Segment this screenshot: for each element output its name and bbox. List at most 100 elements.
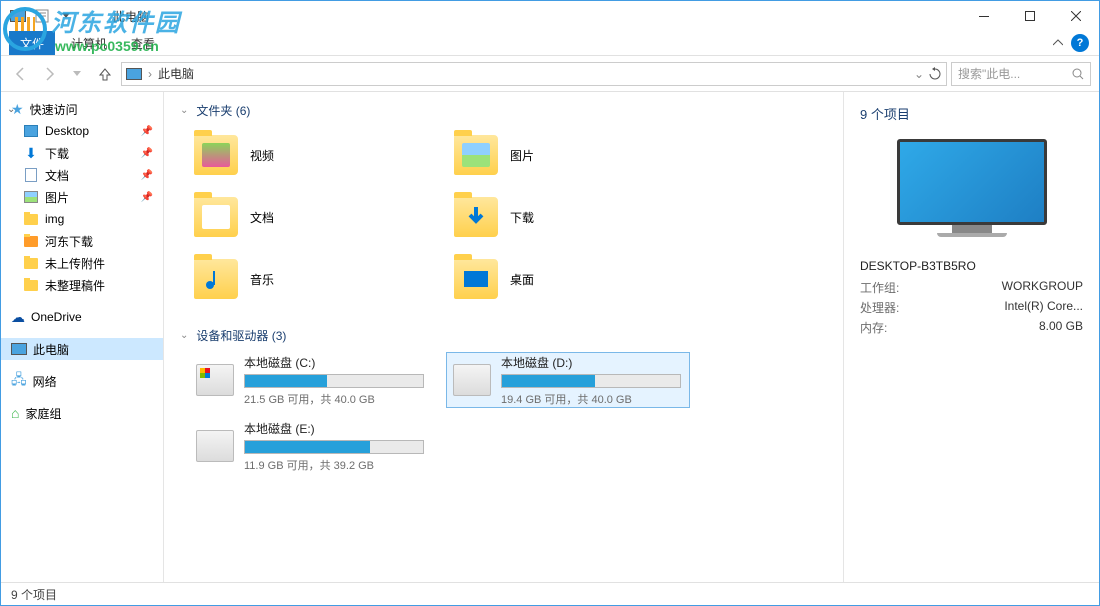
sidebar-item-label: 图片 [45, 189, 69, 206]
folder-icon [454, 197, 498, 237]
sidebar-label: 快速访问 [30, 101, 78, 118]
folder-item-music[interactable]: 音乐 [190, 251, 430, 307]
sidebar-item-icon [23, 123, 39, 139]
folders-section-header[interactable]: ⌄ 文件夹 (6) [180, 102, 827, 119]
pin-icon: 📌 [141, 192, 153, 203]
recent-dropdown[interactable] [65, 62, 89, 86]
sidebar-item-4[interactable]: img [1, 208, 163, 230]
sidebar-item-icon [23, 255, 39, 271]
chevron-down-icon: ⌄ [180, 105, 188, 116]
folder-label: 文档 [250, 209, 274, 226]
sidebar-item-1[interactable]: ⬇ 下载 📌 [1, 142, 163, 164]
file-tab[interactable]: 文件 [9, 31, 55, 55]
drives-section-header[interactable]: ⌄ 设备和驱动器 (3) [180, 327, 827, 344]
drive-icon [196, 364, 234, 396]
sidebar-item-label: 河东下载 [45, 233, 93, 250]
sidebar-label: 网络 [33, 373, 57, 390]
sidebar-item-5[interactable]: 河东下载 [1, 230, 163, 252]
tab-view[interactable]: 查看 [119, 31, 167, 55]
folder-item-download[interactable]: 下载 [450, 189, 690, 245]
sidebar-item-label: 未整理稿件 [45, 277, 105, 294]
computer-name: DESKTOP-B3TB5RO [860, 259, 1083, 273]
homegroup-icon: ⌂ [11, 405, 19, 421]
sidebar-label: 此电脑 [33, 341, 69, 358]
folder-item-desktop[interactable]: 桌面 [450, 251, 690, 307]
drive-free-text: 19.4 GB 可用，共 40.0 GB [501, 391, 683, 407]
folder-item-video[interactable]: 视频 [190, 127, 430, 183]
address-dropdown-icon[interactable]: ⌄ [914, 67, 924, 81]
sidebar-item-2[interactable]: 文档 📌 [1, 164, 163, 186]
qat-separator: | [79, 5, 101, 27]
qat-dropdown[interactable] [55, 5, 77, 27]
details-label: 处理器: [860, 299, 899, 316]
qat-icon-pc[interactable] [7, 5, 29, 27]
address-box[interactable]: › 此电脑 ⌄ [121, 62, 947, 86]
drive-item-0[interactable]: 本地磁盘 (C:) 21.5 GB 可用，共 40.0 GB [190, 352, 434, 408]
folder-label: 音乐 [250, 271, 274, 288]
drives-header-text: 设备和驱动器 (3) [196, 327, 286, 344]
back-button[interactable] [9, 62, 33, 86]
maximize-button[interactable] [1007, 1, 1053, 31]
details-row: 工作组:WORKGROUP [860, 279, 1083, 296]
details-label: 工作组: [860, 279, 899, 296]
pin-icon: 📌 [141, 148, 153, 159]
folder-item-image[interactable]: 图片 [450, 127, 690, 183]
sidebar-homegroup[interactable]: ⌂ 家庭组 [1, 402, 163, 424]
folder-label: 图片 [510, 147, 534, 164]
folder-label: 桌面 [510, 271, 534, 288]
close-button[interactable] [1053, 1, 1099, 31]
address-bar: › 此电脑 ⌄ 搜索"此电... [1, 56, 1099, 92]
network-icon: 🖧 [11, 369, 27, 393]
address-sep-icon: › [148, 67, 152, 81]
drive-name: 本地磁盘 (C:) [244, 354, 428, 371]
drive-item-2[interactable]: 本地磁盘 (E:) 11.9 GB 可用，共 39.2 GB [190, 418, 434, 474]
minimize-button[interactable] [961, 1, 1007, 31]
folder-label: 视频 [250, 147, 274, 164]
sidebar-item-icon [23, 277, 39, 293]
chevron-down-icon: ⌄ [180, 330, 188, 341]
address-pc-icon [126, 68, 142, 80]
sidebar-item-label: 未上传附件 [45, 255, 105, 272]
pin-icon: 📌 [141, 170, 153, 181]
sidebar-item-icon [23, 211, 39, 227]
forward-button[interactable] [37, 62, 61, 86]
search-input[interactable]: 搜索"此电... [951, 62, 1091, 86]
chevron-down-icon[interactable]: ⌄ [7, 104, 15, 115]
details-label: 内存: [860, 319, 887, 336]
sidebar-quick-access[interactable]: ⌄ ★ 快速访问 [1, 98, 163, 120]
drive-free-text: 21.5 GB 可用，共 40.0 GB [244, 391, 428, 407]
search-icon [1072, 68, 1084, 80]
content-pane: ⌄ 文件夹 (6) 视频 图片 文档 下载 音乐 桌面 ⌄ 设备和驱动器 (3)… [164, 92, 843, 582]
sidebar-network[interactable]: 🖧 网络 [1, 370, 163, 392]
qat-properties[interactable] [31, 5, 53, 27]
computer-icon [897, 139, 1047, 239]
sidebar-label: 家庭组 [25, 405, 61, 422]
folder-icon [454, 135, 498, 175]
help-icon[interactable]: ? [1071, 34, 1089, 52]
navigation-sidebar: ⌄ ★ 快速访问 Desktop 📌⬇ 下载 📌 文档 📌 图片 📌 img 河… [1, 92, 164, 582]
address-crumb[interactable]: 此电脑 [158, 65, 194, 82]
ribbon-expand-icon[interactable] [1053, 38, 1063, 48]
tab-computer[interactable]: 计算机 [59, 31, 119, 55]
details-row: 处理器:Intel(R) Core... [860, 299, 1083, 316]
sidebar-item-6[interactable]: 未上传附件 [1, 252, 163, 274]
folders-header-text: 文件夹 (6) [196, 102, 250, 119]
title-bar: | 此电脑 [1, 1, 1099, 31]
drive-capacity-bar [244, 374, 424, 388]
pc-icon [11, 343, 27, 355]
sidebar-item-3[interactable]: 图片 📌 [1, 186, 163, 208]
sidebar-item-7[interactable]: 未整理稿件 [1, 274, 163, 296]
drive-name: 本地磁盘 (D:) [501, 354, 683, 371]
up-button[interactable] [93, 62, 117, 86]
sidebar-item-icon [23, 167, 39, 183]
sidebar-item-icon [23, 189, 39, 205]
details-value: 8.00 GB [1039, 319, 1083, 336]
refresh-icon[interactable] [928, 67, 942, 81]
folder-item-doc[interactable]: 文档 [190, 189, 430, 245]
sidebar-onedrive[interactable]: ☁ OneDrive [1, 306, 163, 328]
sidebar-item-0[interactable]: Desktop 📌 [1, 120, 163, 142]
cloud-icon: ☁ [11, 309, 25, 326]
drive-item-1[interactable]: 本地磁盘 (D:) 19.4 GB 可用，共 40.0 GB [446, 352, 690, 408]
ribbon-tabs: 文件 计算机 查看 ? [1, 31, 1099, 56]
sidebar-this-pc[interactable]: 此电脑 [1, 338, 163, 360]
